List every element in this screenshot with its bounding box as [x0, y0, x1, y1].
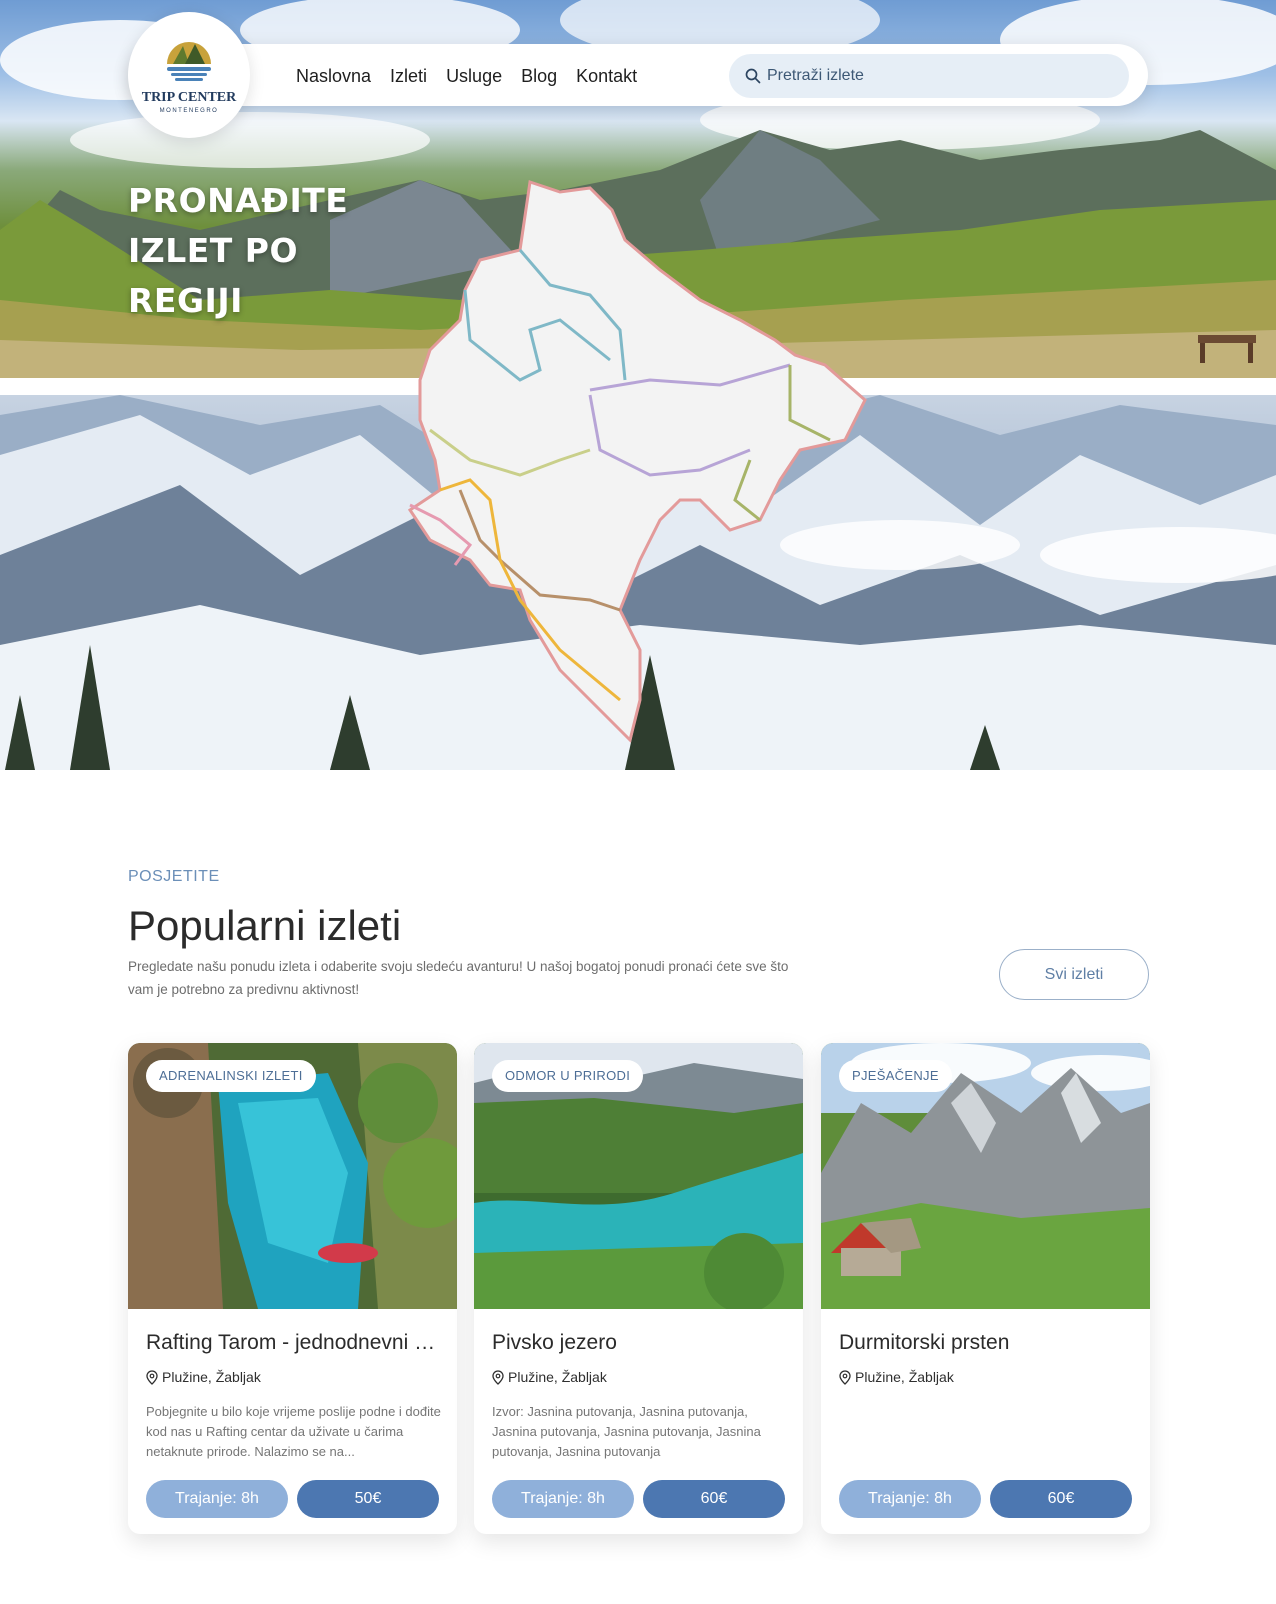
hero-title-line-1: PRONAĐITE [128, 181, 349, 220]
brand-subtitle: MONTENEGRO [159, 108, 219, 114]
trip-card[interactable]: ADRENALINSKI IZLETI Rafting Tarom - jedn… [128, 1043, 457, 1534]
duration-button[interactable]: Trajanje: 8h [839, 1480, 981, 1518]
nav-item-kontakt[interactable]: Kontakt [576, 64, 637, 88]
all-trips-button[interactable]: Svi izleti [999, 949, 1149, 1000]
nav-item-usluge[interactable]: Usluge [446, 64, 502, 88]
trip-card-image[interactable]: ODMOR U PRIRODI [474, 1043, 803, 1309]
trip-card-image[interactable]: PJEŠAČENJE [821, 1043, 1150, 1309]
hero-title: PRONAĐITE IZLET PO REGIJI [128, 176, 388, 326]
hero-title-line-2: IZLET PO [128, 231, 299, 270]
search-bar [729, 54, 1129, 98]
trip-location: Plužine, Žabljak [146, 1369, 261, 1385]
main-nav: Naslovna Izleti Usluge Blog Kontakt [296, 64, 656, 88]
nav-item-naslovna[interactable]: Naslovna [296, 64, 371, 88]
search-input[interactable] [767, 54, 1107, 98]
trip-location-text: Plužine, Žabljak [508, 1369, 607, 1385]
trip-location-text: Plužine, Žabljak [162, 1369, 261, 1385]
hero-title-line-3: REGIJI [128, 281, 243, 320]
section-eyebrow: POSJETITE [128, 868, 220, 885]
trip-title[interactable]: Durmitorski prsten [839, 1329, 1135, 1357]
trip-card[interactable]: ODMOR U PRIRODI Pivsko jezero Plužine, Ž… [474, 1043, 803, 1534]
search-icon [745, 68, 761, 84]
trip-location: Plužine, Žabljak [492, 1369, 607, 1385]
trip-title[interactable]: Rafting Tarom - jednodnevni rafting [146, 1329, 442, 1357]
price-button[interactable]: 50€ [297, 1480, 439, 1518]
trip-card[interactable]: PJEŠAČENJE Durmitorski prsten Plužine, Ž… [821, 1043, 1150, 1534]
sun-landscape-logo-icon [167, 42, 211, 81]
price-button[interactable]: 60€ [990, 1480, 1132, 1518]
section-title: Popularni izleti [128, 902, 402, 949]
category-badge: ADRENALINSKI IZLETI [146, 1060, 316, 1092]
trip-location: Plužine, Žabljak [839, 1369, 954, 1385]
trip-card-image[interactable]: ADRENALINSKI IZLETI [128, 1043, 457, 1309]
location-pin-icon [492, 1369, 504, 1385]
category-badge: ODMOR U PRIRODI [492, 1060, 644, 1092]
category-badge: PJEŠAČENJE [839, 1060, 952, 1092]
brand-name: TRIP CENTER [141, 90, 237, 105]
section-description: Pregledate našu ponudu izleta i odaberit… [128, 959, 789, 997]
trip-description: Pobjegnite u bilo koje vrijeme poslije p… [146, 1404, 441, 1459]
nav-item-izleti[interactable]: Izleti [390, 64, 427, 88]
duration-button[interactable]: Trajanje: 8h [146, 1480, 288, 1518]
price-button[interactable]: 60€ [643, 1480, 785, 1518]
location-pin-icon [839, 1369, 851, 1385]
logo[interactable]: TRIP CENTER MONTENEGRO [128, 12, 250, 138]
trip-description: Izvor: Jasnina putovanja, Jasnina putova… [492, 1404, 761, 1459]
duration-button[interactable]: Trajanje: 8h [492, 1480, 634, 1518]
trip-location-text: Plužine, Žabljak [855, 1369, 954, 1385]
trip-title[interactable]: Pivsko jezero [492, 1329, 788, 1357]
location-pin-icon [146, 1369, 158, 1385]
nav-item-blog[interactable]: Blog [521, 64, 557, 88]
